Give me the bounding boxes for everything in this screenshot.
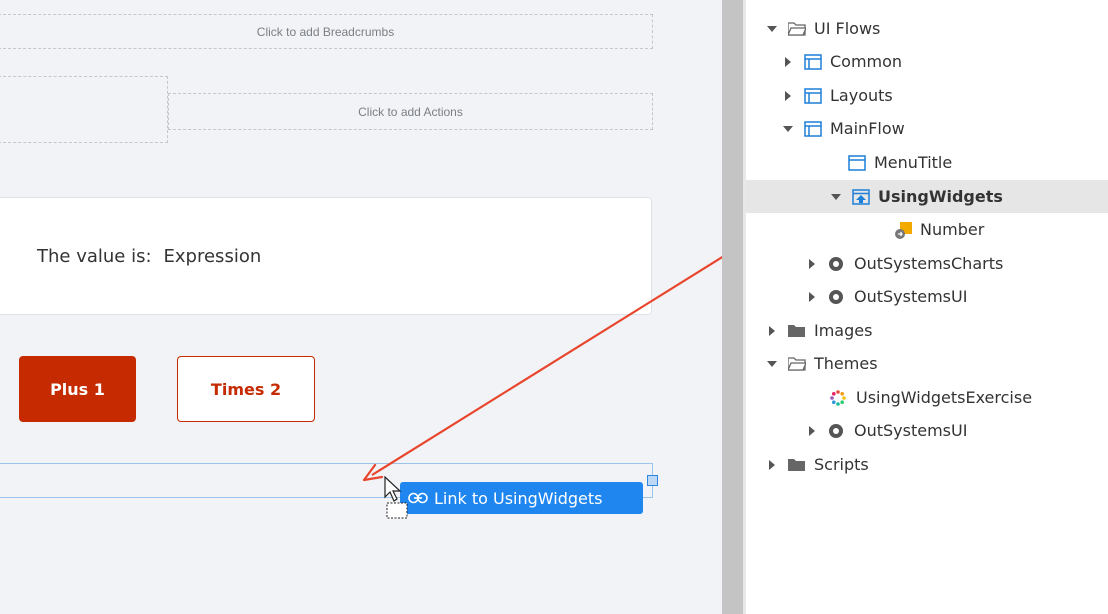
tree-item-label: OutSystemsCharts	[854, 254, 1004, 273]
tree-item-mainflow[interactable]: MainFlow	[746, 112, 1108, 145]
times-2-button-label: Times 2	[210, 379, 282, 399]
screen-canvas[interactable]: Click to add Breadcrumbs Click to add Ac…	[0, 0, 722, 614]
plus-1-button[interactable]: Plus 1	[19, 356, 136, 422]
ui-flow-icon	[804, 120, 822, 137]
module-reference-icon	[828, 289, 846, 305]
tree-item-label: Images	[814, 321, 873, 340]
tree-item-label: UsingWidgets	[878, 187, 1003, 206]
tree-item-label: Layouts	[830, 86, 893, 105]
folder-icon	[788, 457, 806, 473]
drag-cursor-icon	[383, 475, 409, 526]
chevron-right-icon[interactable]	[766, 459, 778, 471]
folder-open-icon	[788, 356, 806, 372]
tree-item-menutitle[interactable]: MenuTitle	[746, 146, 1108, 179]
tree-item-label: UI Flows	[814, 19, 881, 38]
tree-item-label: OutSystemsUI	[854, 287, 968, 306]
chevron-right-icon[interactable]	[806, 291, 818, 303]
block-icon	[848, 154, 866, 171]
tree-item-usingwidgetsexercise[interactable]: UsingWidgetsExercise	[746, 381, 1108, 414]
value-text: The value is: Expression	[37, 246, 261, 267]
tree-item-label: Common	[830, 52, 903, 71]
chevron-right-icon[interactable]	[766, 325, 778, 337]
tree-item-themes[interactable]: Themes	[746, 347, 1108, 380]
panel-splitter[interactable]	[722, 0, 746, 614]
input-variable-icon	[894, 221, 912, 239]
tree-item-label: Number	[920, 220, 985, 239]
chevron-right-icon[interactable]	[806, 258, 818, 270]
title-placeholder[interactable]	[0, 76, 168, 143]
tree-item-label: OutSystemsUI	[854, 421, 968, 440]
module-reference-icon	[828, 256, 846, 272]
folder-open-icon	[788, 21, 806, 37]
tree-item-usingwidgets[interactable]: UsingWidgets	[746, 180, 1108, 213]
tree-item-layouts[interactable]: Layouts	[746, 79, 1108, 112]
tree-item-images[interactable]: Images	[746, 314, 1108, 347]
tree-item-ui-flows[interactable]: UI Flows	[746, 12, 1108, 45]
folder-icon	[788, 323, 806, 339]
ui-flow-icon	[804, 87, 822, 104]
link-icon	[408, 492, 428, 504]
tree-item-number[interactable]: Number	[746, 213, 1108, 246]
plus-1-button-label: Plus 1	[50, 379, 105, 399]
breadcrumbs-placeholder-label: Click to add Breadcrumbs	[256, 24, 395, 39]
tree-item-label: MainFlow	[830, 119, 905, 138]
chevron-right-icon[interactable]	[782, 90, 794, 102]
times-2-button[interactable]: Times 2	[177, 356, 315, 422]
chevron-right-icon[interactable]	[806, 425, 818, 437]
value-expression[interactable]: Expression	[164, 246, 262, 267]
breadcrumbs-placeholder[interactable]: Click to add Breadcrumbs	[0, 14, 653, 49]
tree-item-outsystemsui-theme[interactable]: OutSystemsUI	[746, 414, 1108, 447]
chevron-down-icon[interactable]	[782, 123, 794, 135]
chevron-down-icon[interactable]	[830, 191, 842, 203]
link-tooltip-label: Link to UsingWidgets	[434, 488, 603, 508]
tree-item-outsystemsui[interactable]: OutSystemsUI	[746, 280, 1108, 313]
chevron-down-icon[interactable]	[766, 23, 778, 35]
ui-flow-icon	[804, 53, 822, 70]
tree-item-label: UsingWidgetsExercise	[856, 388, 1033, 407]
module-reference-icon	[828, 423, 846, 439]
theme-icon	[830, 389, 848, 406]
tree-item-label: Themes	[814, 354, 878, 373]
tree-item-label: Scripts	[814, 455, 869, 474]
tree-item-outsystemscharts[interactable]: OutSystemsCharts	[746, 247, 1108, 280]
actions-placeholder-label: Click to add Actions	[358, 104, 463, 119]
chevron-right-icon[interactable]	[782, 56, 794, 68]
tree-item-scripts[interactable]: Scripts	[746, 448, 1108, 481]
chevron-down-icon[interactable]	[766, 358, 778, 370]
elements-tree[interactable]: UI Flows Common Layouts MainFlow MenuTit…	[746, 0, 1108, 614]
link-tooltip: Link to UsingWidgets	[400, 482, 643, 514]
value-label: The value is:	[37, 246, 152, 267]
value-container[interactable]: The value is: Expression	[0, 197, 652, 315]
screen-icon	[852, 188, 870, 205]
tree-item-common[interactable]: Common	[746, 45, 1108, 78]
tree-item-label: MenuTitle	[874, 153, 953, 172]
actions-placeholder[interactable]: Click to add Actions	[168, 93, 653, 130]
resize-handle[interactable]	[647, 475, 658, 486]
